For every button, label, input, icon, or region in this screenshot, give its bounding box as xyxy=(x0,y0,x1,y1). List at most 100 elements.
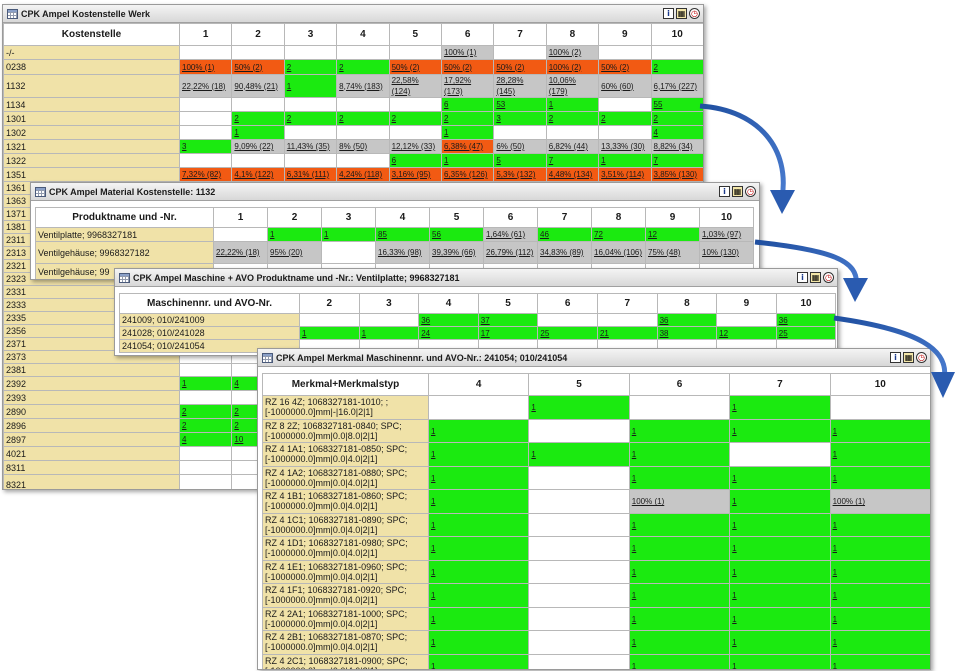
cell-value-link[interactable]: 16,33% (98) xyxy=(378,248,422,257)
cell-value-link[interactable]: 1 xyxy=(431,450,435,459)
cell-value-link[interactable]: 10% (130) xyxy=(702,248,739,257)
row-label[interactable]: RZ 4 1B1; 1068327181-0860; SPC; [-100000… xyxy=(262,489,429,514)
cell-value-link[interactable]: 1 xyxy=(732,474,736,483)
cell-value-link[interactable]: 1 xyxy=(632,544,636,553)
cell-value-link[interactable]: 2 xyxy=(339,63,343,72)
row-label[interactable]: RZ 4 1F1; 1068327181-0920; SPC; [-100000… xyxy=(262,583,429,608)
cell-value-link[interactable]: 1 xyxy=(833,474,837,483)
cell-value-link[interactable]: 100% (1) xyxy=(632,497,664,506)
cell-value-link[interactable]: 9,09% (22) xyxy=(234,142,273,151)
row-label[interactable]: 2392 xyxy=(3,376,180,391)
cell-value-link[interactable]: 1 xyxy=(270,230,274,239)
info-icon[interactable]: i xyxy=(663,8,674,19)
cell-value-link[interactable]: 50% (2) xyxy=(496,63,524,72)
row-label[interactable]: 1351 xyxy=(3,167,180,182)
row-label[interactable]: RZ 16 4Z; 1068327181-1010; ; [-1000000.0… xyxy=(262,395,429,420)
cell-value-link[interactable]: 10,06% (179) xyxy=(549,76,576,96)
cell-value-link[interactable]: 1 xyxy=(632,638,636,647)
cell-value-link[interactable]: 1 xyxy=(833,568,837,577)
cell-value-link[interactable]: 1 xyxy=(833,427,837,436)
cell-value-link[interactable]: 36 xyxy=(779,316,788,325)
cell-value-link[interactable]: 36 xyxy=(421,316,430,325)
cell-value-link[interactable]: 39,39% (66) xyxy=(432,248,476,257)
cell-value-link[interactable]: 2 xyxy=(182,421,186,430)
row-label[interactable]: RZ 8 2Z; 1068327181-0840; SPC; [-1000000… xyxy=(262,418,429,443)
row-label[interactable]: 1322 xyxy=(3,153,180,168)
cell-value-link[interactable]: 50% (2) xyxy=(234,63,262,72)
cell-value-link[interactable]: 2 xyxy=(392,114,396,123)
clock-icon[interactable]: ◷ xyxy=(823,272,834,283)
row-label[interactable]: 4021 xyxy=(3,446,180,461)
cell-value-link[interactable]: 1 xyxy=(732,544,736,553)
cell-value-link[interactable]: 6,17% (227) xyxy=(654,82,698,91)
cell-value-link[interactable]: 50% (2) xyxy=(601,63,629,72)
cell-value-link[interactable]: 1 xyxy=(287,82,291,91)
setup-icon[interactable]: ▦ xyxy=(903,352,914,363)
cell-value-link[interactable]: 1 xyxy=(833,638,837,647)
cell-value-link[interactable]: 6,35% (126) xyxy=(444,170,488,179)
cell-value-link[interactable]: 6 xyxy=(392,156,396,165)
cell-value-link[interactable]: 1 xyxy=(324,230,328,239)
row-label[interactable]: Ventilgehäuse; 9968327182 xyxy=(35,241,214,264)
cell-value-link[interactable]: 6,82% (44) xyxy=(549,142,588,151)
cell-value-link[interactable]: 1 xyxy=(601,156,605,165)
cell-value-link[interactable]: 8% (50) xyxy=(339,142,367,151)
setup-icon[interactable]: ▦ xyxy=(810,272,821,283)
row-label[interactable]: RZ 4 1A1; 1068327181-0850; SPC; [-100000… xyxy=(262,442,429,467)
cell-value-link[interactable]: 46 xyxy=(540,230,549,239)
cell-value-link[interactable]: 1 xyxy=(431,662,435,669)
cell-value-link[interactable]: 1 xyxy=(431,497,435,506)
cell-value-link[interactable]: 2 xyxy=(234,114,238,123)
cell-value-link[interactable]: 4 xyxy=(182,435,186,444)
cell-value-link[interactable]: 2 xyxy=(601,114,605,123)
row-label[interactable]: Ventilplatte; 9968327181 xyxy=(35,227,214,242)
cell-value-link[interactable]: 1 xyxy=(431,544,435,553)
cell-value-link[interactable]: 55 xyxy=(654,100,663,109)
cell-value-link[interactable]: 38 xyxy=(660,329,669,338)
cell-value-link[interactable]: 7 xyxy=(549,156,553,165)
row-label[interactable]: -/- xyxy=(3,45,180,60)
setup-icon[interactable]: ▦ xyxy=(676,8,687,19)
cell-value-link[interactable]: 1 xyxy=(431,568,435,577)
cell-value-link[interactable]: 4,1% (122) xyxy=(234,170,273,179)
cell-value-link[interactable]: 6,31% (111) xyxy=(287,170,329,179)
cell-value-link[interactable]: 100% (1) xyxy=(444,48,476,57)
cell-value-link[interactable]: 11,43% (35) xyxy=(287,142,330,151)
cell-value-link[interactable]: 24 xyxy=(421,329,430,338)
clock-icon[interactable]: ◷ xyxy=(689,8,700,19)
cell-value-link[interactable]: 1 xyxy=(444,128,448,137)
cell-value-link[interactable]: 100% (2) xyxy=(549,48,581,57)
row-label[interactable]: 8311 xyxy=(3,460,180,475)
cell-value-link[interactable]: 1 xyxy=(632,615,636,624)
cell-value-link[interactable]: 1 xyxy=(302,329,306,338)
row-label[interactable]: RZ 4 1A2; 1068327181-0880; SPC; [-100000… xyxy=(262,465,429,490)
cell-value-link[interactable]: 1 xyxy=(444,156,448,165)
info-icon[interactable]: i xyxy=(797,272,808,283)
cell-value-link[interactable]: 34,83% (89) xyxy=(540,248,584,257)
cell-value-link[interactable]: 3,16% (95) xyxy=(392,170,431,179)
cell-value-link[interactable]: 1 xyxy=(833,662,837,669)
row-label[interactable]: RZ 4 2B1; 1068327181-0870; SPC; [-100000… xyxy=(262,630,429,655)
cell-value-link[interactable]: 12 xyxy=(719,329,728,338)
row-label[interactable]: RZ 4 1C1; 1068327181-0890; SPC; [-100000… xyxy=(262,512,429,537)
cell-value-link[interactable]: 75% (48) xyxy=(648,248,680,257)
cell-value-link[interactable]: 1 xyxy=(182,379,186,388)
row-label[interactable]: 2896 xyxy=(3,418,180,433)
cell-value-link[interactable]: 1 xyxy=(431,427,435,436)
cell-value-link[interactable]: 1 xyxy=(833,521,837,530)
cell-value-link[interactable]: 2 xyxy=(654,63,658,72)
cell-value-link[interactable]: 12 xyxy=(648,230,657,239)
cell-value-link[interactable]: 1 xyxy=(732,638,736,647)
row-label[interactable]: 241028; 010/241028 xyxy=(119,326,300,340)
cell-value-link[interactable]: 1 xyxy=(632,521,636,530)
cell-value-link[interactable]: 1 xyxy=(632,474,636,483)
cell-value-link[interactable]: 5,3% (132) xyxy=(496,170,535,179)
cell-value-link[interactable]: 60% (60) xyxy=(601,82,633,91)
cell-value-link[interactable]: 25 xyxy=(540,329,549,338)
cell-value-link[interactable]: 37 xyxy=(481,316,490,325)
cell-value-link[interactable]: 22,22% (18) xyxy=(216,248,260,257)
cell-value-link[interactable]: 1 xyxy=(833,615,837,624)
cell-value-link[interactable]: 1 xyxy=(632,591,636,600)
cell-value-link[interactable]: 12,12% (33) xyxy=(392,142,436,151)
cell-value-link[interactable]: 1 xyxy=(732,521,736,530)
